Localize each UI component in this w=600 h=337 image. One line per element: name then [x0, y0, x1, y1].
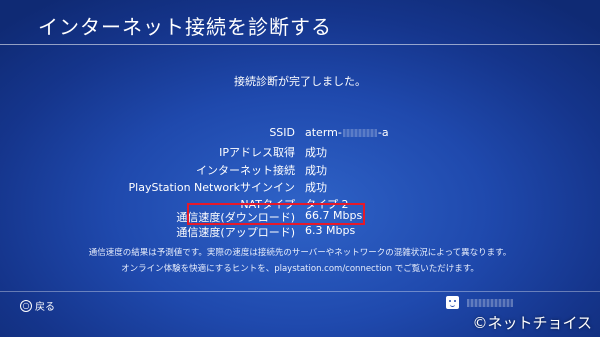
watermark: ©ネットチョイス: [472, 314, 592, 332]
result-row-psn-signin: PlayStation Networkサインイン 成功: [0, 179, 600, 195]
ssid-suffix: -a: [377, 126, 389, 139]
ssid-prefix: aterm-: [305, 126, 342, 139]
header-divider: [0, 44, 600, 45]
speed-note: 通信速度の結果は予測値です。実際の速度は接続先のサーバーやネットワークの混雑状況…: [88, 248, 512, 258]
ssid-value: aterm- -a: [305, 126, 389, 139]
user-profile: [446, 296, 513, 309]
footer-divider: [0, 291, 600, 292]
page-title: インターネット接続を診断する: [38, 15, 332, 39]
back-label: 戻る: [35, 302, 55, 313]
result-row-upload-speed: 通信速度(アップロード) 6.3 Mbps: [0, 224, 600, 240]
status-message: 接続診断が完了しました。: [234, 75, 366, 88]
back-button[interactable]: ○ 戻る: [20, 298, 55, 313]
result-label: インターネット接続: [196, 164, 295, 177]
circle-button-icon: ○: [20, 299, 32, 312]
result-row-ip-address: IPアドレス取得 成功: [0, 144, 600, 160]
download-speed-highlight-box: [187, 203, 365, 225]
result-label: 通信速度(アップロード): [176, 226, 295, 239]
masked-text: [342, 129, 377, 137]
header: インターネット接続を診断する: [0, 0, 600, 44]
result-row-ssid: SSID aterm- -a: [0, 126, 600, 142]
result-label: PlayStation Networkサインイン: [128, 181, 295, 194]
tips-note: オンライン体験を快適にするヒントを、playstation.com/connec…: [121, 264, 479, 274]
result-value: 成功: [305, 146, 327, 159]
result-value: 成功: [305, 164, 327, 177]
result-value: 成功: [305, 181, 327, 194]
result-value: 6.3 Mbps: [305, 224, 356, 237]
result-label: IPアドレス取得: [219, 146, 295, 159]
result-label: SSID: [269, 126, 295, 139]
avatar-icon: [446, 296, 459, 309]
result-row-internet-connection: インターネット接続 成功: [0, 162, 600, 178]
masked-username: [467, 298, 513, 307]
